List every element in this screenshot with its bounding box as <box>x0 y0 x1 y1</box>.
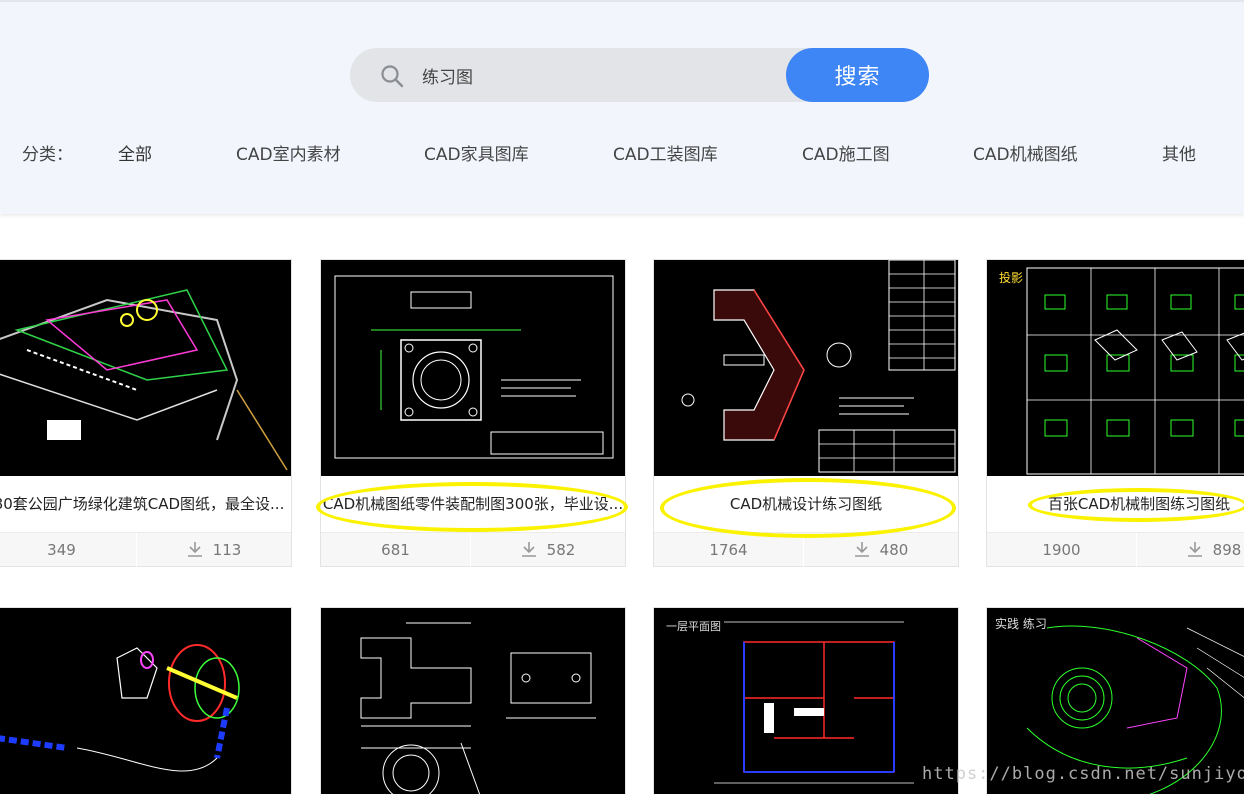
view-count: 681 <box>321 533 471 567</box>
resource-card[interactable]: 一层平面图 <box>653 607 959 794</box>
highlight-ellipse <box>1028 488 1244 522</box>
card-stats: 1900 898 <box>987 532 1244 567</box>
download-count-value: 582 <box>546 541 576 559</box>
category-cad-interior[interactable]: CAD室内素材 <box>236 140 341 165</box>
category-all[interactable]: 全部 <box>118 140 152 165</box>
download-icon <box>854 542 869 557</box>
search-header: 搜索 分类： 全部 CAD室内素材 CAD家具图库 CAD工装图库 CAD施工图… <box>0 0 1244 214</box>
card-thumbnail[interactable] <box>321 260 625 476</box>
download-icon <box>521 542 536 557</box>
card-stats: 349 113 <box>0 532 291 567</box>
resource-card[interactable] <box>0 607 292 794</box>
download-count[interactable]: 582 <box>473 533 623 567</box>
resource-card[interactable]: 80套公园广场绿化建筑CAD图纸，最全设... 349 113 <box>0 259 292 567</box>
assembly-cad-thumbnail <box>334 275 614 459</box>
card-thumbnail[interactable]: 一层平面图 <box>654 608 958 794</box>
search-bar: 搜索 <box>350 48 929 102</box>
search-input[interactable] <box>422 58 782 92</box>
card-thumbnail[interactable]: 投影 <box>987 260 1244 476</box>
category-cad-mechanical[interactable]: CAD机械图纸 <box>973 140 1078 165</box>
highlight-ellipse <box>660 478 956 538</box>
download-count-value: 113 <box>212 541 242 559</box>
3d-mechanical-thumbnail <box>0 644 240 772</box>
download-icon <box>1187 542 1202 557</box>
download-count[interactable]: 898 <box>1139 533 1244 567</box>
download-count-value: 480 <box>879 541 909 559</box>
mechanical-practice-cad-thumbnail <box>681 260 956 473</box>
category-cad-construction[interactable]: CAD施工图 <box>802 140 890 165</box>
category-cad-furniture[interactable]: CAD家具图库 <box>424 140 529 165</box>
card-thumbnail[interactable] <box>0 260 291 476</box>
category-bar: 分类： 全部 CAD室内素材 CAD家具图库 CAD工装图库 CAD施工图 CA… <box>0 140 1244 165</box>
projection-label: 投影 <box>999 270 1023 285</box>
download-count-value: 898 <box>1212 541 1242 559</box>
card-thumbnail[interactable] <box>0 608 291 794</box>
projection-cad-thumbnail: 投影 <box>999 267 1244 475</box>
card-thumbnail[interactable] <box>321 608 625 794</box>
highlight-ellipse <box>316 482 628 532</box>
resource-card[interactable] <box>320 607 626 794</box>
search-icon[interactable] <box>380 64 404 88</box>
category-cad-tooling[interactable]: CAD工装图库 <box>613 140 718 165</box>
download-icon <box>187 542 202 557</box>
search-button[interactable]: 搜索 <box>786 48 929 102</box>
download-count[interactable]: 113 <box>139 533 289 567</box>
view-count: 1764 <box>654 533 804 567</box>
watermark: https://blog.csdn.net/sunjiyo13 <box>922 764 1244 784</box>
card-thumbnail[interactable] <box>654 260 958 476</box>
floor-plan-label: 一层平面图 <box>666 620 721 633</box>
part-drawing-thumbnail <box>360 622 596 794</box>
view-count: 349 <box>0 533 137 567</box>
download-count[interactable]: 480 <box>806 533 956 567</box>
floor-plan-thumbnail: 一层平面图 <box>666 620 914 784</box>
card-title[interactable]: 80套公园广场绿化建筑CAD图纸，最全设... <box>0 476 291 532</box>
view-count: 1900 <box>987 533 1137 567</box>
card-stats: 681 582 <box>321 532 625 567</box>
category-label: 分类： <box>22 145 73 165</box>
practice-label: 实践 练习 <box>995 616 1047 631</box>
category-other[interactable]: 其他 <box>1162 140 1196 165</box>
landscape-cad-thumbnail <box>0 289 288 471</box>
